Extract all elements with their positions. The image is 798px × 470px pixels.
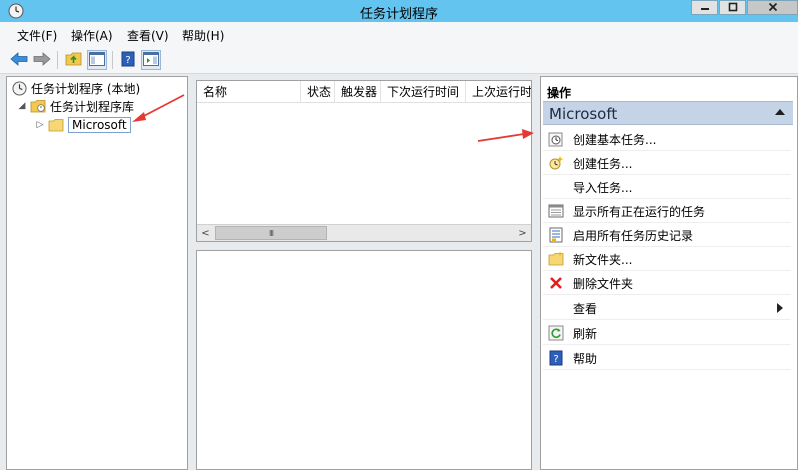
tree-item-root[interactable]: 任务计划程序 (本地) <box>11 79 140 97</box>
back-arrow-icon <box>10 51 28 69</box>
action-import-task[interactable]: 导入任务... <box>543 175 791 199</box>
new-folder-icon <box>548 251 564 267</box>
minimize-button[interactable] <box>691 0 718 15</box>
submenu-arrow-icon <box>777 303 783 313</box>
column-header-name[interactable]: 名称 <box>197 81 301 102</box>
folder-icon <box>48 117 64 133</box>
up-folder-button[interactable] <box>64 50 84 70</box>
expand-triangle-icon[interactable]: ▷ <box>35 120 45 130</box>
maximize-button[interactable] <box>719 0 746 15</box>
tree-item-library[interactable]: ◢ 任务计划程序库 <box>17 97 134 115</box>
scroll-thumb[interactable]: III <box>215 226 327 240</box>
close-icon <box>768 1 778 15</box>
console-tree: 任务计划程序 (本地) ◢ 任务计划程序库 ▷ Microsoft <box>6 76 188 470</box>
show-hide-action-pane-button[interactable] <box>141 50 161 70</box>
action-label: 刷新 <box>573 327 598 341</box>
column-header-triggers[interactable]: 触发器 <box>335 81 381 102</box>
menu-file[interactable]: 文件(F) <box>17 27 57 44</box>
toolbar: ? <box>0 46 798 74</box>
tree-item-label: Microsoft <box>68 117 131 133</box>
column-header-status[interactable]: 状态 <box>301 81 335 102</box>
menu-view[interactable]: 查看(V) <box>127 27 169 44</box>
action-label: 创建任务... <box>573 157 633 171</box>
action-label: 帮助 <box>573 352 598 366</box>
forward-button[interactable] <box>32 50 52 70</box>
action-pane-icon <box>143 51 159 69</box>
create-basic-task-icon <box>548 131 564 147</box>
column-header-last-run[interactable]: 上次运行时 <box>466 81 531 102</box>
history-icon <box>548 227 564 243</box>
tree-item-label: 任务计划程序库 <box>50 99 135 114</box>
running-tasks-icon <box>548 203 564 219</box>
create-task-icon <box>548 155 564 171</box>
back-button[interactable] <box>9 50 29 70</box>
refresh-icon <box>548 325 564 341</box>
task-list: 名称 状态 触发器 下次运行时间 上次运行时 < III > <box>196 80 532 242</box>
column-header-next-run[interactable]: 下次运行时间 <box>381 81 466 102</box>
delete-icon <box>548 275 564 291</box>
toolbar-separator <box>57 51 58 69</box>
scroll-left-icon[interactable]: < <box>197 225 214 241</box>
tree-item-label: 任务计划程序 (本地) <box>31 81 141 96</box>
action-create-basic-task[interactable]: 创建基本任务... <box>543 127 791 151</box>
toolbar-separator <box>112 51 113 69</box>
action-refresh[interactable]: 刷新 <box>543 321 791 345</box>
tree-item-microsoft[interactable]: ▷ Microsoft <box>35 116 131 134</box>
clock-icon <box>11 80 27 96</box>
window-title: 任务计划程序 <box>359 7 438 22</box>
action-view[interactable]: 查看 <box>543 296 791 320</box>
column-header-row: 名称 状态 触发器 下次运行时间 上次运行时 <box>197 81 531 103</box>
action-create-task[interactable]: 创建任务... <box>543 151 791 175</box>
action-label: 显示所有正在运行的任务 <box>573 205 706 219</box>
menu-help[interactable]: 帮助(H) <box>182 27 224 44</box>
action-label: 创建基本任务... <box>573 133 657 147</box>
scroll-right-icon[interactable]: > <box>514 225 531 241</box>
action-label: 新文件夹... <box>573 253 633 267</box>
actions-pane: 操作 Microsoft 创建基本任务... 创建任务... 导入任务... 显… <box>540 76 798 470</box>
svg-text:?: ? <box>553 354 558 365</box>
folder-clock-icon <box>30 98 46 114</box>
forward-arrow-icon <box>33 51 51 69</box>
help-icon: ? <box>548 350 564 366</box>
workspace: 任务计划程序 (本地) ◢ 任务计划程序库 ▷ Microsoft 名称 状态 … <box>0 74 798 470</box>
actions-section-microsoft[interactable]: Microsoft <box>543 101 793 125</box>
action-label: 删除文件夹 <box>573 277 634 291</box>
action-display-running-tasks[interactable]: 显示所有正在运行的任务 <box>543 199 791 223</box>
svg-text:?: ? <box>125 55 130 66</box>
collapse-triangle-icon[interactable]: ◢ <box>17 101 27 111</box>
minimize-icon <box>700 1 710 15</box>
action-label: 查看 <box>573 302 598 316</box>
close-button[interactable] <box>747 0 798 15</box>
action-label: 启用所有任务历史记录 <box>573 229 694 243</box>
action-label: 导入任务... <box>573 181 633 195</box>
horizontal-scrollbar[interactable]: < III > <box>197 224 531 241</box>
collapse-up-icon[interactable] <box>775 109 785 115</box>
menu-bar: 文件(F) 操作(A) 查看(V) 帮助(H) <box>0 22 798 46</box>
actions-header: 操作 <box>547 86 572 100</box>
action-delete-folder[interactable]: 删除文件夹 <box>543 271 791 295</box>
help-book-icon: ? <box>121 51 135 70</box>
task-detail-pane <box>196 250 532 470</box>
maximize-icon <box>728 1 738 15</box>
title-bar: 任务计划程序 <box>0 0 798 22</box>
actions-section-label: Microsoft <box>549 105 618 123</box>
action-enable-history[interactable]: 启用所有任务历史记录 <box>543 223 791 247</box>
console-tree-icon <box>89 51 105 69</box>
folder-up-icon <box>65 51 83 70</box>
show-hide-console-tree-button[interactable] <box>87 50 107 70</box>
action-new-folder[interactable]: 新文件夹... <box>543 247 791 271</box>
menu-action[interactable]: 操作(A) <box>71 27 113 44</box>
help-toolbar-button[interactable]: ? <box>118 50 138 70</box>
action-help[interactable]: ? 帮助 <box>543 346 791 370</box>
